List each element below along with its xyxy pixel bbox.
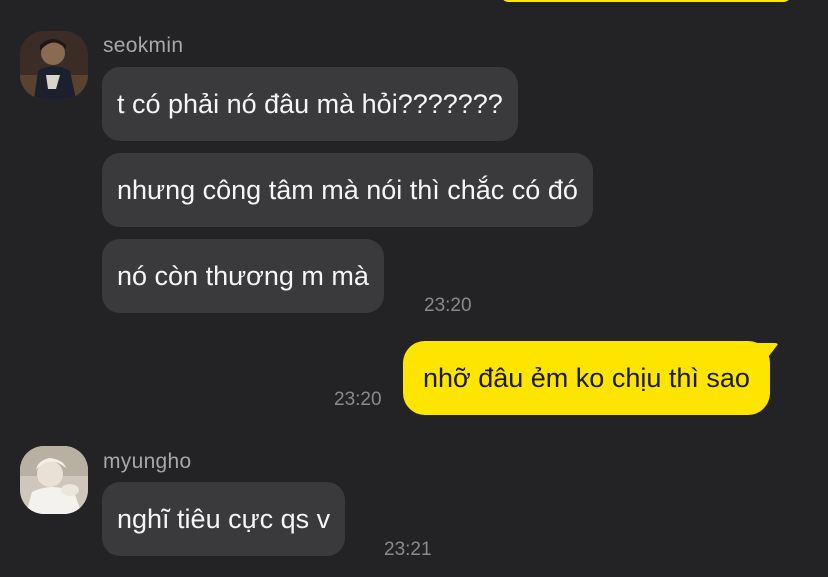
message-bubble[interactable]: nghĩ tiêu cực qs v	[102, 482, 346, 556]
myungho-avatar[interactable]	[20, 446, 88, 514]
seokmin-avatar-image	[20, 31, 88, 99]
sender-name-seokmin: seokmin	[103, 34, 184, 57]
message-timestamp: 23:20	[334, 389, 382, 410]
message-timestamp: 23:20	[424, 295, 472, 316]
message-bubble[interactable]: nó còn thương m mà	[102, 239, 384, 313]
sender-name-myungho: myungho	[103, 450, 192, 473]
message-bubble[interactable]: t có phải nó đâu mà hỏi???????	[102, 67, 518, 141]
message-bubble[interactable]: nhưng công tâm mà nói thì chắc có đó	[102, 153, 593, 227]
seokmin-avatar[interactable]	[20, 31, 88, 99]
myungho-avatar-image	[20, 446, 88, 514]
message-timestamp: 23:21	[384, 539, 432, 560]
outgoing-message-bubble[interactable]: nhỡ đâu ẻm ko chịu thì sao	[403, 341, 770, 415]
previous-message-bubble[interactable]	[500, 0, 792, 2]
